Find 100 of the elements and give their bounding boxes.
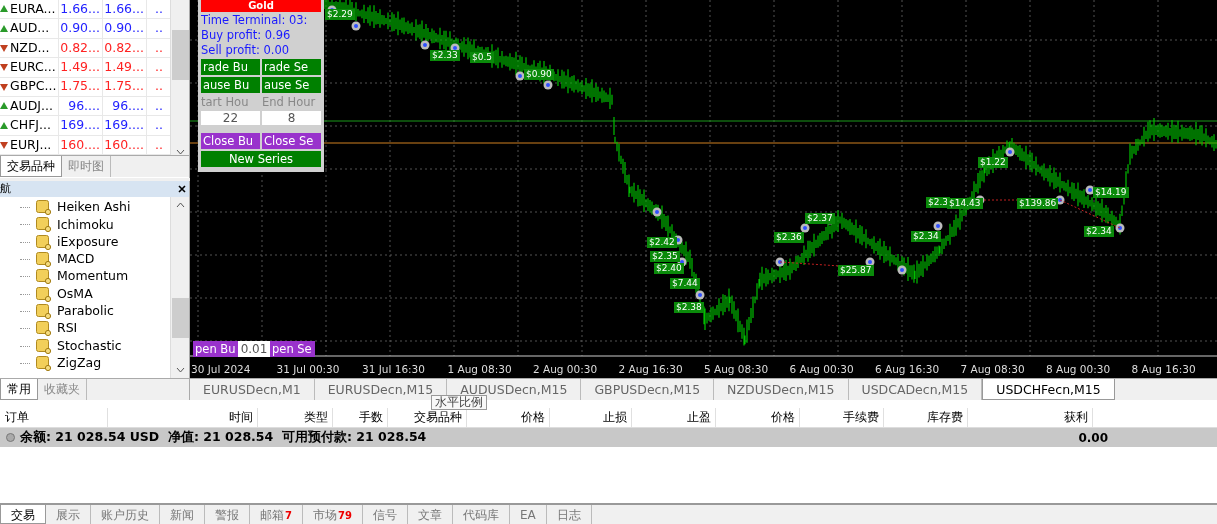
symbol-name[interactable]: EURJ... [10,135,52,155]
input-field[interactable]: 22 [201,111,260,125]
panel-button[interactable]: ause Se [262,77,321,93]
tab[interactable]: 警报 [205,505,250,524]
tab[interactable]: 日志 [546,505,592,524]
table-cell: .. [146,0,166,19]
panel-button[interactable]: rade Se [262,59,321,75]
profit-label: $0.5 [470,52,495,63]
indicator-name[interactable]: Heiken Ashi [57,198,131,218]
symbol-name[interactable]: EURA... [10,0,56,19]
field-label: tart Hou [201,95,250,109]
indicator-icon [36,217,51,233]
indicator-name[interactable]: RSI [57,319,78,339]
indicator-name[interactable]: Momentum [57,267,129,287]
panel-button[interactable]: Close Bu [201,133,260,149]
column-header[interactable]: 订单 [0,408,108,427]
table-cell: .. [146,19,166,38]
tab[interactable]: USDCHFecn,M15 [982,379,1115,400]
symbol-name[interactable]: GBPC... [10,77,57,97]
close-icon[interactable] [178,185,186,193]
table-cell: .. [146,58,166,77]
axis-label: 8 Aug 00:30 [1046,362,1111,377]
tab[interactable]: 文章 [407,505,453,524]
symbol-name[interactable]: NZD... [10,38,50,58]
panel-title: Gold [201,0,321,12]
input-field[interactable]: 8 [262,111,321,125]
indicator-icon [36,200,51,216]
tab[interactable]: 代码库 [452,505,510,524]
scrollbar-thumb[interactable] [171,30,189,80]
column-header[interactable]: 获利 [968,408,1093,427]
tab[interactable]: 市场79 [302,505,363,524]
info-text: Time Terminal: 03: [201,14,309,27]
indicator-name[interactable]: OsMA [57,284,93,304]
account-summary: 余额: 21 028.54 USD 净值: 21 028.54 可用预付款: 21 028.54 [20,428,428,447]
ask-price: 1.49... [102,58,146,77]
scrollbar[interactable] [170,0,189,155]
lot-size-field[interactable]: 0.01 [238,341,270,357]
symbol-name[interactable]: EURC... [10,58,56,77]
panel-button[interactable]: Close Se [262,133,321,149]
tab[interactable]: 信号 [362,505,408,524]
panel-button[interactable]: ause Bu [201,77,260,93]
axis-label: 31 Jul 00:30 [276,362,340,377]
bid-price: 1.49... [58,58,102,77]
indicator-icon [36,252,51,268]
order-button[interactable]: pen Bu [193,341,238,357]
column-header[interactable]: 手数 [333,408,388,427]
indicator-name[interactable]: MACD [57,250,95,269]
column-header[interactable]: 止盈 [632,408,716,427]
trade-marker [1005,147,1015,157]
column-header[interactable]: 类型 [258,408,333,427]
scrollbar-thumb[interactable] [171,298,189,338]
ask-price: 0.90... [102,19,146,38]
tab[interactable]: 账户历史 [91,505,160,524]
indicator-name[interactable]: iExposure [57,232,119,252]
axis-label: 6 Aug 16:30 [875,362,940,377]
panel-button[interactable]: New Series [201,151,321,167]
bid-price: 160.... [58,135,102,155]
trade-marker [351,21,361,31]
tab[interactable]: 常用 [0,379,38,400]
column-header[interactable]: 库存费 [884,408,968,427]
symbol-name[interactable]: AUD... [10,19,50,38]
scrollbar[interactable] [170,197,189,378]
column-header[interactable]: 止损 [550,408,632,427]
trade-marker [543,80,553,90]
trade-marker [695,290,705,300]
tab[interactable]: 新闻 [160,505,205,524]
down-chevron-icon[interactable] [175,367,185,373]
profit-label: $7.44 [670,278,700,289]
indicator-name[interactable]: Parabolic [57,302,114,321]
profit-label: $2.34 [911,231,941,242]
profit-label: $139.86 [1017,198,1059,209]
axis-label: 7 Aug 08:30 [960,362,1025,377]
bid-price: 1.75... [58,77,102,97]
axis-label: 31 Jul 16:30 [362,362,425,377]
tab[interactable]: 展示 [46,505,91,524]
down-chevron-icon[interactable] [175,149,185,155]
symbol-name[interactable]: AUDJ... [10,96,53,116]
indicator-name[interactable]: ZigZag [57,353,102,373]
order-button[interactable]: pen Se [270,341,315,357]
tab[interactable]: EA [509,505,547,524]
symbol-name[interactable]: CHFJ... [10,116,51,135]
up-chevron-icon[interactable] [175,202,185,208]
tooltip: 水平比例 [431,395,487,410]
field-label: End Hour [262,95,317,109]
indicator-name[interactable]: Stochastic [57,336,122,356]
tab[interactable]: 邮箱7 [250,505,303,524]
bid-price: 96.... [58,96,102,116]
count-label: 7 [285,510,292,521]
info-text: Sell profit: 0.00 [201,44,291,57]
profit-label: $14.43 [947,198,983,209]
axis-label: 8 Aug 16:30 [1131,362,1196,377]
panel-button[interactable]: rade Bu [201,59,260,75]
trade-marker [1115,223,1125,233]
indicator-name[interactable]: Ichimoku [57,215,114,235]
tab[interactable]: 交易 [0,505,46,524]
column-header[interactable]: 时间 [108,408,258,427]
trade-marker [775,257,785,267]
column-header[interactable]: 手续费 [800,408,884,427]
column-header[interactable]: 价格 [716,408,800,427]
tab[interactable]: 交易品种 [0,156,62,177]
